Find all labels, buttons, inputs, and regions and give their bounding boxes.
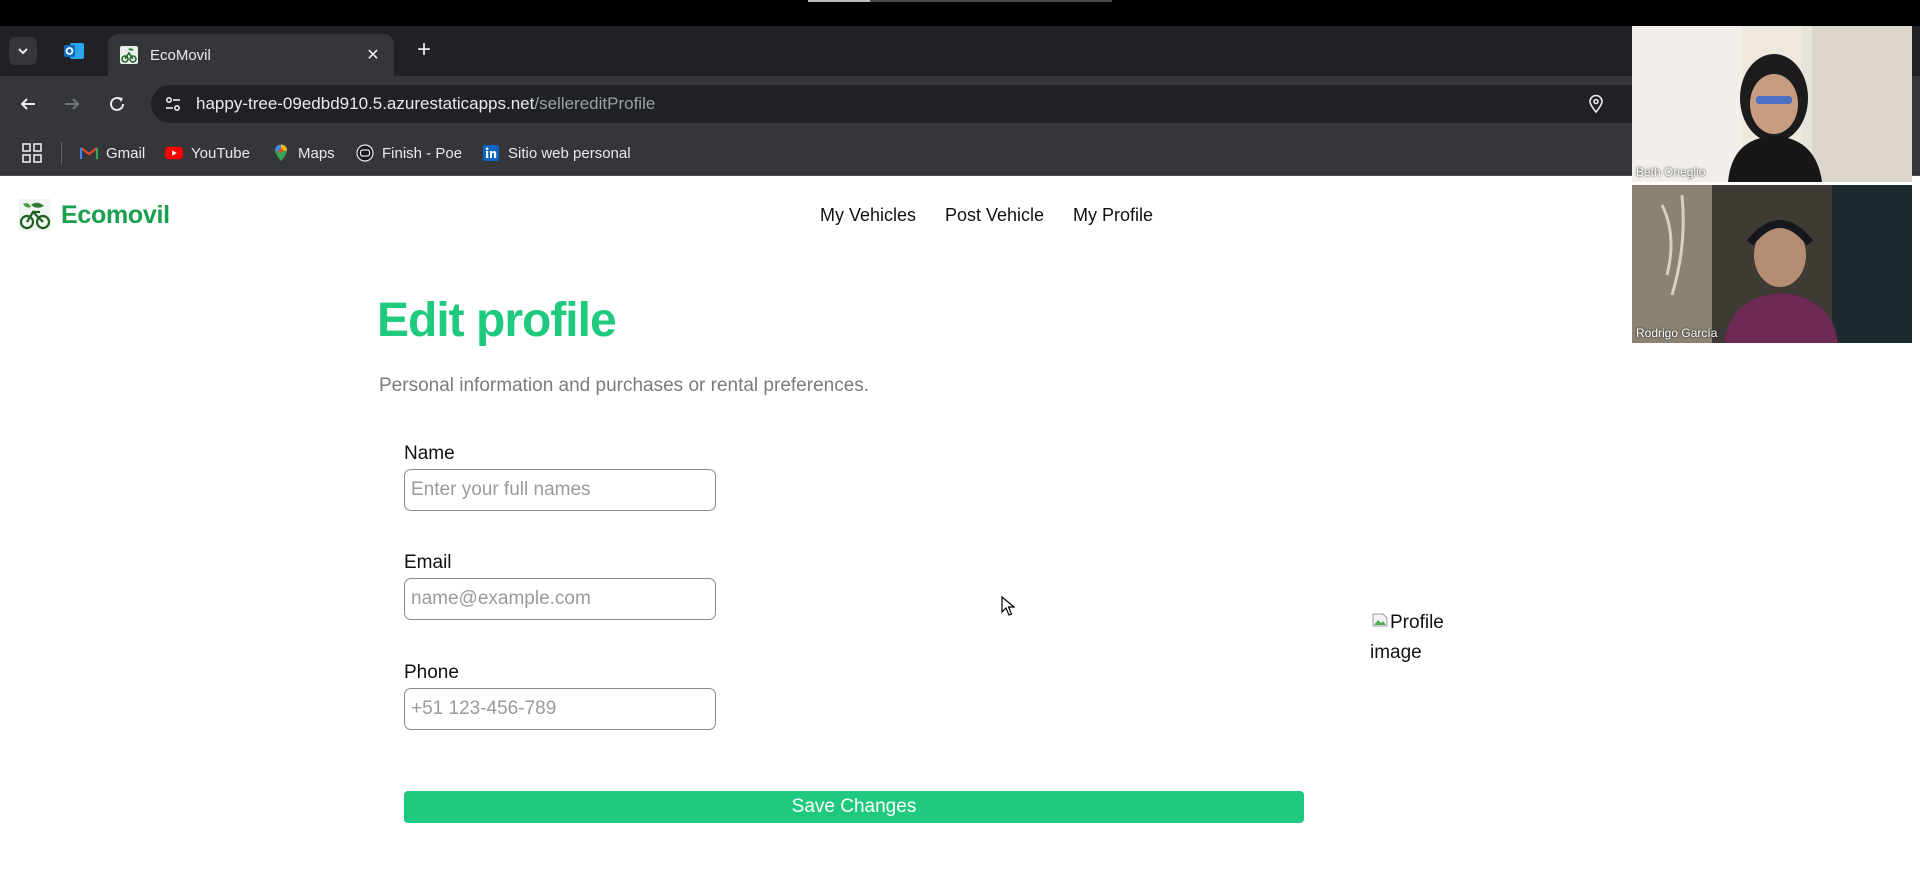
bookmark-poe[interactable]: Finish - Poe bbox=[356, 139, 462, 167]
apps-grid-icon[interactable] bbox=[20, 141, 44, 165]
linkedin-icon bbox=[482, 144, 500, 162]
screen-share-indicator bbox=[808, 0, 1112, 2]
url-path: /sellereditProfile bbox=[534, 94, 656, 113]
new-tab-button[interactable]: + bbox=[410, 37, 438, 65]
participant-name: Rodrigo García bbox=[1636, 326, 1718, 340]
participant-video-icon bbox=[1632, 26, 1912, 182]
location-icon[interactable] bbox=[1586, 94, 1606, 114]
video-tile-participant-1[interactable]: Beth Oneglio bbox=[1632, 26, 1912, 182]
bookmark-maps[interactable]: Maps bbox=[272, 139, 335, 167]
profile-image-alt-line2: image bbox=[1370, 642, 1422, 663]
reload-button[interactable] bbox=[102, 89, 132, 119]
profile-image-alt-line1: Profile bbox=[1390, 612, 1444, 633]
email-label: Email bbox=[404, 552, 452, 573]
email-input[interactable] bbox=[404, 578, 716, 620]
nav-my-vehicles[interactable]: My Vehicles bbox=[820, 205, 916, 226]
tab-search-button[interactable] bbox=[9, 37, 37, 65]
bookmark-label: Maps bbox=[298, 144, 335, 162]
forward-arrow-icon bbox=[65, 98, 80, 110]
page-title: Edit profile bbox=[377, 294, 617, 347]
maps-icon bbox=[272, 144, 290, 162]
bookmark-label: Finish - Poe bbox=[382, 144, 463, 162]
brand[interactable]: Ecomovil bbox=[19, 199, 170, 231]
bookmark-sitio-web[interactable]: Sitio web personal bbox=[482, 139, 631, 167]
close-tab-icon[interactable]: ✕ bbox=[364, 45, 382, 65]
bookmark-youtube[interactable]: YouTube bbox=[165, 139, 250, 167]
video-tile-participant-2[interactable]: Rodrigo García bbox=[1632, 185, 1912, 343]
broken-image-icon bbox=[1372, 613, 1388, 627]
back-button[interactable] bbox=[13, 89, 43, 119]
url-host: happy-tree-09edbd910.5.azurestaticapps.n… bbox=[196, 94, 535, 113]
gmail-icon bbox=[80, 144, 98, 162]
mouse-cursor-icon bbox=[1001, 596, 1015, 616]
forward-button[interactable] bbox=[57, 89, 87, 119]
back-arrow-icon bbox=[20, 98, 35, 110]
bookmark-label: YouTube bbox=[191, 144, 250, 162]
chevron-down-icon bbox=[18, 48, 28, 55]
top-strip bbox=[0, 0, 1920, 26]
name-label: Name bbox=[404, 443, 455, 464]
youtube-icon bbox=[165, 144, 183, 162]
ecomovil-favicon-icon bbox=[120, 46, 138, 64]
tab-title: EcoMovil bbox=[150, 46, 211, 64]
address-bar[interactable]: happy-tree-09edbd910.5.azurestaticapps.n… bbox=[151, 85, 1651, 123]
bookmark-label: Gmail bbox=[106, 144, 146, 162]
participant-video-icon bbox=[1632, 185, 1912, 343]
participant-name: Beth Oneglio bbox=[1636, 165, 1706, 179]
phone-input[interactable] bbox=[404, 688, 716, 730]
bookmark-gmail[interactable]: Gmail bbox=[80, 139, 145, 167]
outlook-icon bbox=[64, 43, 84, 59]
url-text: happy-tree-09edbd910.5.azurestaticapps.n… bbox=[196, 94, 655, 114]
name-input[interactable] bbox=[404, 469, 716, 511]
nav-post-vehicle[interactable]: Post Vehicle bbox=[945, 205, 1044, 226]
outlook-pinned-tab[interactable] bbox=[60, 37, 88, 65]
brand-name: Ecomovil bbox=[61, 200, 170, 229]
profile-image[interactable]: Profile image bbox=[1370, 608, 1482, 668]
ecomovil-logo-icon bbox=[19, 199, 51, 231]
tab-ecomovil[interactable]: EcoMovil ✕ bbox=[108, 34, 394, 76]
bookmarks-separator bbox=[61, 142, 62, 164]
phone-label: Phone bbox=[404, 662, 459, 683]
page-subtitle: Personal information and purchases or re… bbox=[379, 375, 870, 396]
poe-icon bbox=[356, 144, 374, 162]
bookmark-label: Sitio web personal bbox=[508, 144, 631, 162]
reload-icon bbox=[110, 96, 124, 111]
nav-my-profile[interactable]: My Profile bbox=[1073, 205, 1153, 226]
save-changes-button[interactable]: Save Changes bbox=[404, 791, 1304, 823]
site-info-icon[interactable] bbox=[163, 94, 183, 114]
